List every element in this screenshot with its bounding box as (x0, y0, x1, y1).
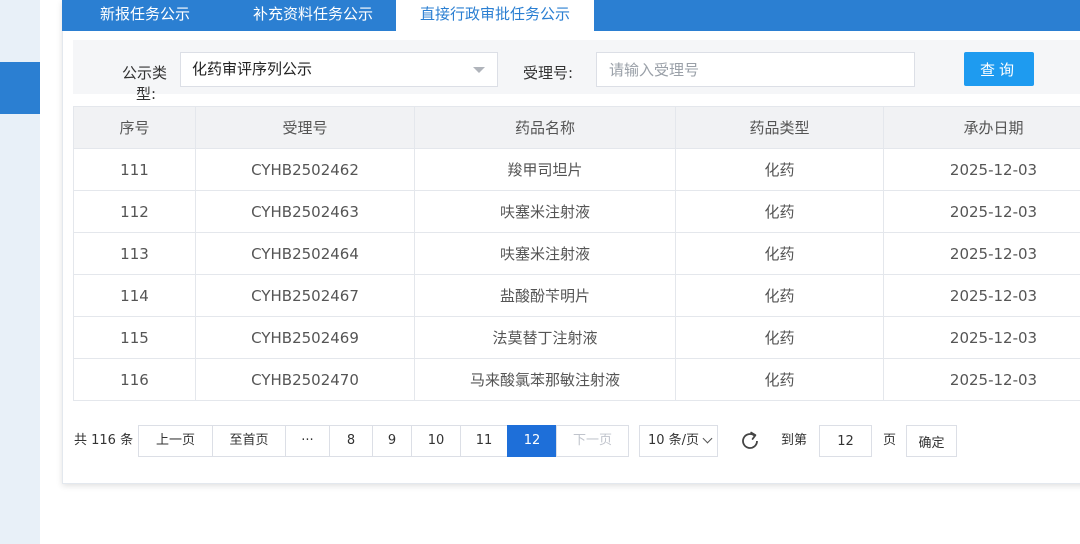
caret-down-icon (473, 67, 485, 73)
total-count: 共 116 条 (74, 433, 134, 448)
results-table: 序号 受理号 药品名称 药品类型 承办日期 111 CYHB2502462 羧甲… (73, 106, 1080, 401)
chevron-down-icon (702, 433, 713, 444)
cell-drug-name: 马来酸氯苯那敏注射液 (414, 358, 676, 401)
next-page-button[interactable]: 下一页 (556, 425, 629, 457)
tab-bar: 新报任务公示 补充资料任务公示 直接行政审批任务公示 (62, 0, 1080, 31)
accept-no-input[interactable] (596, 52, 915, 87)
cell-drug-name: 羧甲司坦片 (414, 148, 676, 191)
tab-supplementary[interactable]: 补充资料任务公示 (225, 0, 401, 31)
first-page-button[interactable]: 至首页 (212, 425, 286, 457)
cell-drug-name: 呋塞米注射液 (414, 232, 676, 275)
cell-date: 2025-12-03 (883, 232, 1080, 275)
type-select-value: 化药审评序列公示 (192, 60, 313, 78)
query-button[interactable]: 查询 (964, 52, 1034, 86)
cell-date: 2025-12-03 (883, 190, 1080, 233)
goto-suffix: 页 (883, 433, 897, 448)
cell-accept-no: CYHB2502462 (195, 148, 415, 191)
cell-seq: 113 (73, 232, 196, 275)
page-button-8[interactable]: 8 (329, 425, 373, 457)
cell-date: 2025-12-03 (883, 316, 1080, 359)
cell-accept-no: CYHB2502467 (195, 274, 415, 317)
cell-seq: 115 (73, 316, 196, 359)
goto-page-input[interactable] (819, 425, 872, 457)
col-header-drug-type: 药品类型 (675, 106, 884, 149)
col-header-date: 承办日期 (883, 106, 1080, 149)
col-header-drug-name: 药品名称 (414, 106, 676, 149)
table-row[interactable]: 112 CYHB2502463 呋塞米注射液 化药 2025-12-03 (73, 190, 1080, 233)
refresh-icon[interactable] (737, 428, 763, 454)
cell-seq: 114 (73, 274, 196, 317)
cell-drug-type: 化药 (675, 148, 884, 191)
cell-drug-type: 化药 (675, 316, 884, 359)
table-row[interactable]: 114 CYHB2502467 盐酸酚苄明片 化药 2025-12-03 (73, 274, 1080, 317)
page-size-select[interactable]: 10 条/页 (639, 425, 718, 457)
cell-date: 2025-12-03 (883, 274, 1080, 317)
cell-drug-type: 化药 (675, 274, 884, 317)
type-label-line1: 公示类 (122, 64, 168, 82)
cell-accept-no: CYHB2502469 (195, 316, 415, 359)
page-button-9[interactable]: 9 (372, 425, 412, 457)
page-button-12-current[interactable]: 12 (507, 425, 557, 457)
cell-accept-no: CYHB2502470 (195, 358, 415, 401)
cell-drug-name: 盐酸酚苄明片 (414, 274, 676, 317)
table-row[interactable]: 113 CYHB2502464 呋塞米注射液 化药 2025-12-03 (73, 232, 1080, 275)
cell-seq: 116 (73, 358, 196, 401)
cell-drug-type: 化药 (675, 358, 884, 401)
tab-new-report[interactable]: 新报任务公示 (76, 0, 214, 31)
page-button-11[interactable]: 11 (460, 425, 508, 457)
table-row[interactable]: 115 CYHB2502469 法莫替丁注射液 化药 2025-12-03 (73, 316, 1080, 359)
goto-prefix: 到第 (781, 433, 808, 448)
cell-seq: 111 (73, 148, 196, 191)
col-header-seq: 序号 (73, 106, 196, 149)
tab-direct-approval[interactable]: 直接行政审批任务公示 (396, 0, 594, 31)
page-ellipsis[interactable]: ··· (285, 425, 330, 457)
table-header-row: 序号 受理号 药品名称 药品类型 承办日期 (73, 106, 1080, 149)
sidebar-active-item[interactable] (0, 62, 40, 114)
type-select[interactable]: 化药审评序列公示 (180, 52, 498, 87)
cell-drug-type: 化药 (675, 232, 884, 275)
accept-no-label: 受理号: (523, 64, 574, 82)
page-button-10[interactable]: 10 (411, 425, 461, 457)
cell-drug-name: 呋塞米注射液 (414, 190, 676, 233)
table-row[interactable]: 116 CYHB2502470 马来酸氯苯那敏注射液 化药 2025-12-03 (73, 358, 1080, 401)
table-row[interactable]: 111 CYHB2502462 羧甲司坦片 化药 2025-12-03 (73, 148, 1080, 191)
cell-drug-name: 法莫替丁注射液 (414, 316, 676, 359)
col-header-accept-no: 受理号 (195, 106, 415, 149)
cell-seq: 112 (73, 190, 196, 233)
cell-date: 2025-12-03 (883, 358, 1080, 401)
cell-accept-no: CYHB2502464 (195, 232, 415, 275)
type-label-line2: 型: (136, 85, 157, 103)
left-sidebar (0, 0, 40, 544)
page-size-value: 10 条/页 (648, 433, 700, 448)
cell-drug-type: 化药 (675, 190, 884, 233)
goto-confirm-button[interactable]: 确定 (906, 425, 957, 457)
prev-page-button[interactable]: 上一页 (138, 425, 213, 457)
cell-date: 2025-12-03 (883, 148, 1080, 191)
cell-accept-no: CYHB2502463 (195, 190, 415, 233)
